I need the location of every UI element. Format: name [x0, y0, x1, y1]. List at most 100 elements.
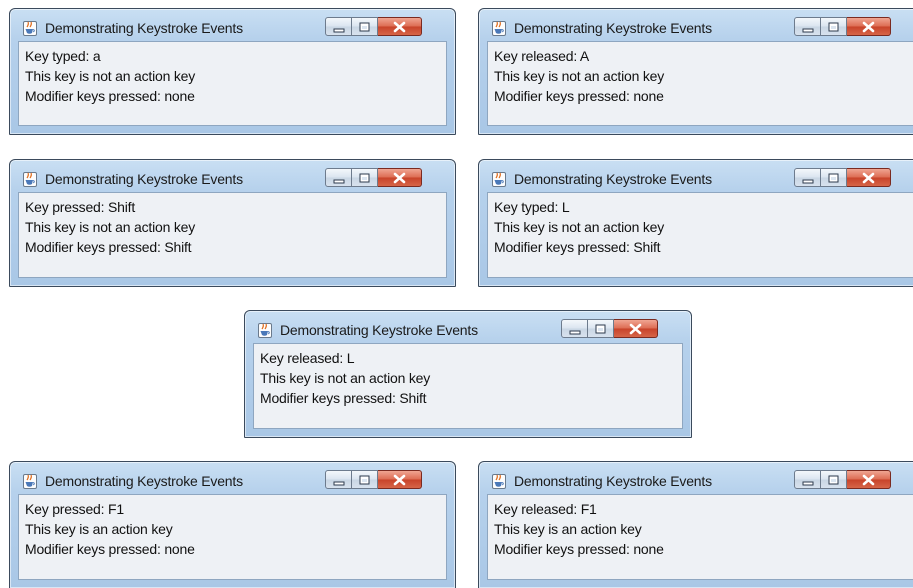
- modifier-keys-label: Modifier keys pressed: Shift: [25, 239, 192, 255]
- window-title: Demonstrating Keystroke Events: [280, 322, 478, 338]
- maximize-button[interactable]: [821, 470, 847, 489]
- key-event-label: Key released: L: [260, 350, 355, 366]
- close-icon: [393, 172, 406, 184]
- modifier-keys-label: Modifier keys pressed: none: [25, 541, 195, 557]
- close-button[interactable]: [378, 470, 422, 489]
- close-button[interactable]: [378, 17, 422, 36]
- title-bar[interactable]: Demonstrating Keystroke Events: [10, 160, 455, 192]
- window-title: Demonstrating Keystroke Events: [45, 171, 243, 187]
- content-panel: Key typed: a This key is not an action ke…: [18, 41, 447, 126]
- maximize-icon: [828, 173, 839, 183]
- modifier-keys-label: Modifier keys pressed: Shift: [494, 239, 661, 255]
- keystroke-events-window[interactable]: Demonstrating Keystroke Events Key releas…: [478, 461, 913, 588]
- modifier-keys-label: Modifier keys pressed: Shift: [260, 390, 427, 406]
- maximize-button[interactable]: [352, 470, 378, 489]
- key-event-label: Key released: A: [494, 48, 590, 64]
- window-controls: [794, 470, 891, 489]
- keystroke-events-window[interactable]: Demonstrating Keystroke Events Key releas…: [478, 8, 913, 135]
- java-coffee-cup-icon[interactable]: [492, 21, 506, 36]
- content-panel: Key released: A This key is not an action…: [487, 41, 913, 126]
- title-bar[interactable]: Demonstrating Keystroke Events: [10, 9, 455, 41]
- minimize-button[interactable]: [794, 168, 821, 187]
- minimize-button[interactable]: [794, 470, 821, 489]
- minimize-button[interactable]: [561, 319, 588, 338]
- keystroke-events-window[interactable]: Demonstrating Keystroke Events Key typed:…: [478, 159, 913, 287]
- key-event-label: Key pressed: Shift: [25, 199, 136, 215]
- minimize-icon: [802, 28, 814, 33]
- window-controls: [325, 168, 422, 187]
- window-controls: [794, 17, 891, 36]
- maximize-icon: [359, 173, 370, 183]
- close-button[interactable]: [614, 319, 658, 338]
- modifier-keys-label: Modifier keys pressed: none: [25, 88, 195, 104]
- key-event-label: Key pressed: F1: [25, 501, 124, 517]
- close-button[interactable]: [847, 17, 891, 36]
- maximize-icon: [359, 22, 370, 32]
- close-button[interactable]: [847, 168, 891, 187]
- close-button[interactable]: [847, 470, 891, 489]
- minimize-icon: [569, 330, 581, 335]
- maximize-button[interactable]: [352, 168, 378, 187]
- close-button[interactable]: [378, 168, 422, 187]
- screenshot-collage: Demonstrating Keystroke Events Key typed:…: [0, 0, 913, 588]
- keystroke-events-window[interactable]: Demonstrating Keystroke Events Key typed:…: [9, 8, 456, 135]
- close-icon: [862, 474, 875, 486]
- minimize-button[interactable]: [325, 470, 352, 489]
- minimize-button[interactable]: [325, 17, 352, 36]
- java-coffee-cup-icon[interactable]: [492, 172, 506, 187]
- keystroke-events-window[interactable]: Demonstrating Keystroke Events Key presse…: [9, 461, 456, 588]
- java-coffee-cup-icon[interactable]: [23, 474, 37, 489]
- maximize-button[interactable]: [588, 319, 614, 338]
- minimize-button[interactable]: [325, 168, 352, 187]
- modifier-keys-label: Modifier keys pressed: none: [494, 541, 664, 557]
- title-bar[interactable]: Demonstrating Keystroke Events: [10, 462, 455, 494]
- content-panel: Key released: L This key is not an action…: [253, 343, 683, 429]
- window-controls: [794, 168, 891, 187]
- close-icon: [393, 21, 406, 33]
- close-icon: [862, 172, 875, 184]
- action-key-label: This key is an action key: [494, 521, 642, 537]
- close-icon: [862, 21, 875, 33]
- title-bar[interactable]: Demonstrating Keystroke Events: [479, 160, 913, 192]
- minimize-button[interactable]: [794, 17, 821, 36]
- maximize-icon: [828, 22, 839, 32]
- content-panel: Key pressed: F1 This key is an action key…: [18, 494, 447, 580]
- action-key-label: This key is not an action key: [494, 68, 665, 84]
- key-event-label: Key released: F1: [494, 501, 597, 517]
- minimize-icon: [333, 481, 345, 486]
- java-coffee-cup-icon[interactable]: [23, 21, 37, 36]
- maximize-icon: [595, 324, 606, 334]
- window-title: Demonstrating Keystroke Events: [514, 20, 712, 36]
- action-key-label: This key is not an action key: [494, 219, 665, 235]
- close-icon: [629, 323, 642, 335]
- maximize-icon: [828, 475, 839, 485]
- keystroke-events-window[interactable]: Demonstrating Keystroke Events Key presse…: [9, 159, 456, 287]
- maximize-button[interactable]: [821, 17, 847, 36]
- window-controls: [561, 319, 658, 338]
- key-event-label: Key typed: a: [25, 48, 101, 64]
- minimize-icon: [333, 179, 345, 184]
- keystroke-events-window[interactable]: Demonstrating Keystroke Events Key releas…: [244, 310, 692, 438]
- window-title: Demonstrating Keystroke Events: [45, 20, 243, 36]
- title-bar[interactable]: Demonstrating Keystroke Events: [479, 462, 913, 494]
- content-panel: Key typed: L This key is not an action ke…: [487, 192, 913, 278]
- action-key-label: This key is not an action key: [25, 68, 196, 84]
- window-controls: [325, 470, 422, 489]
- content-panel: Key released: F1 This key is an action ke…: [487, 494, 913, 580]
- close-icon: [393, 474, 406, 486]
- title-bar[interactable]: Demonstrating Keystroke Events: [245, 311, 691, 343]
- java-coffee-cup-icon[interactable]: [23, 172, 37, 187]
- key-event-label: Key typed: L: [494, 199, 570, 215]
- java-coffee-cup-icon[interactable]: [492, 474, 506, 489]
- action-key-label: This key is not an action key: [25, 219, 196, 235]
- modifier-keys-label: Modifier keys pressed: none: [494, 88, 664, 104]
- title-bar[interactable]: Demonstrating Keystroke Events: [479, 9, 913, 41]
- maximize-button[interactable]: [821, 168, 847, 187]
- window-title: Demonstrating Keystroke Events: [514, 171, 712, 187]
- window-title: Demonstrating Keystroke Events: [514, 473, 712, 489]
- content-panel: Key pressed: Shift This key is not an act…: [18, 192, 447, 278]
- window-title: Demonstrating Keystroke Events: [45, 473, 243, 489]
- window-controls: [325, 17, 422, 36]
- java-coffee-cup-icon[interactable]: [258, 323, 272, 338]
- maximize-button[interactable]: [352, 17, 378, 36]
